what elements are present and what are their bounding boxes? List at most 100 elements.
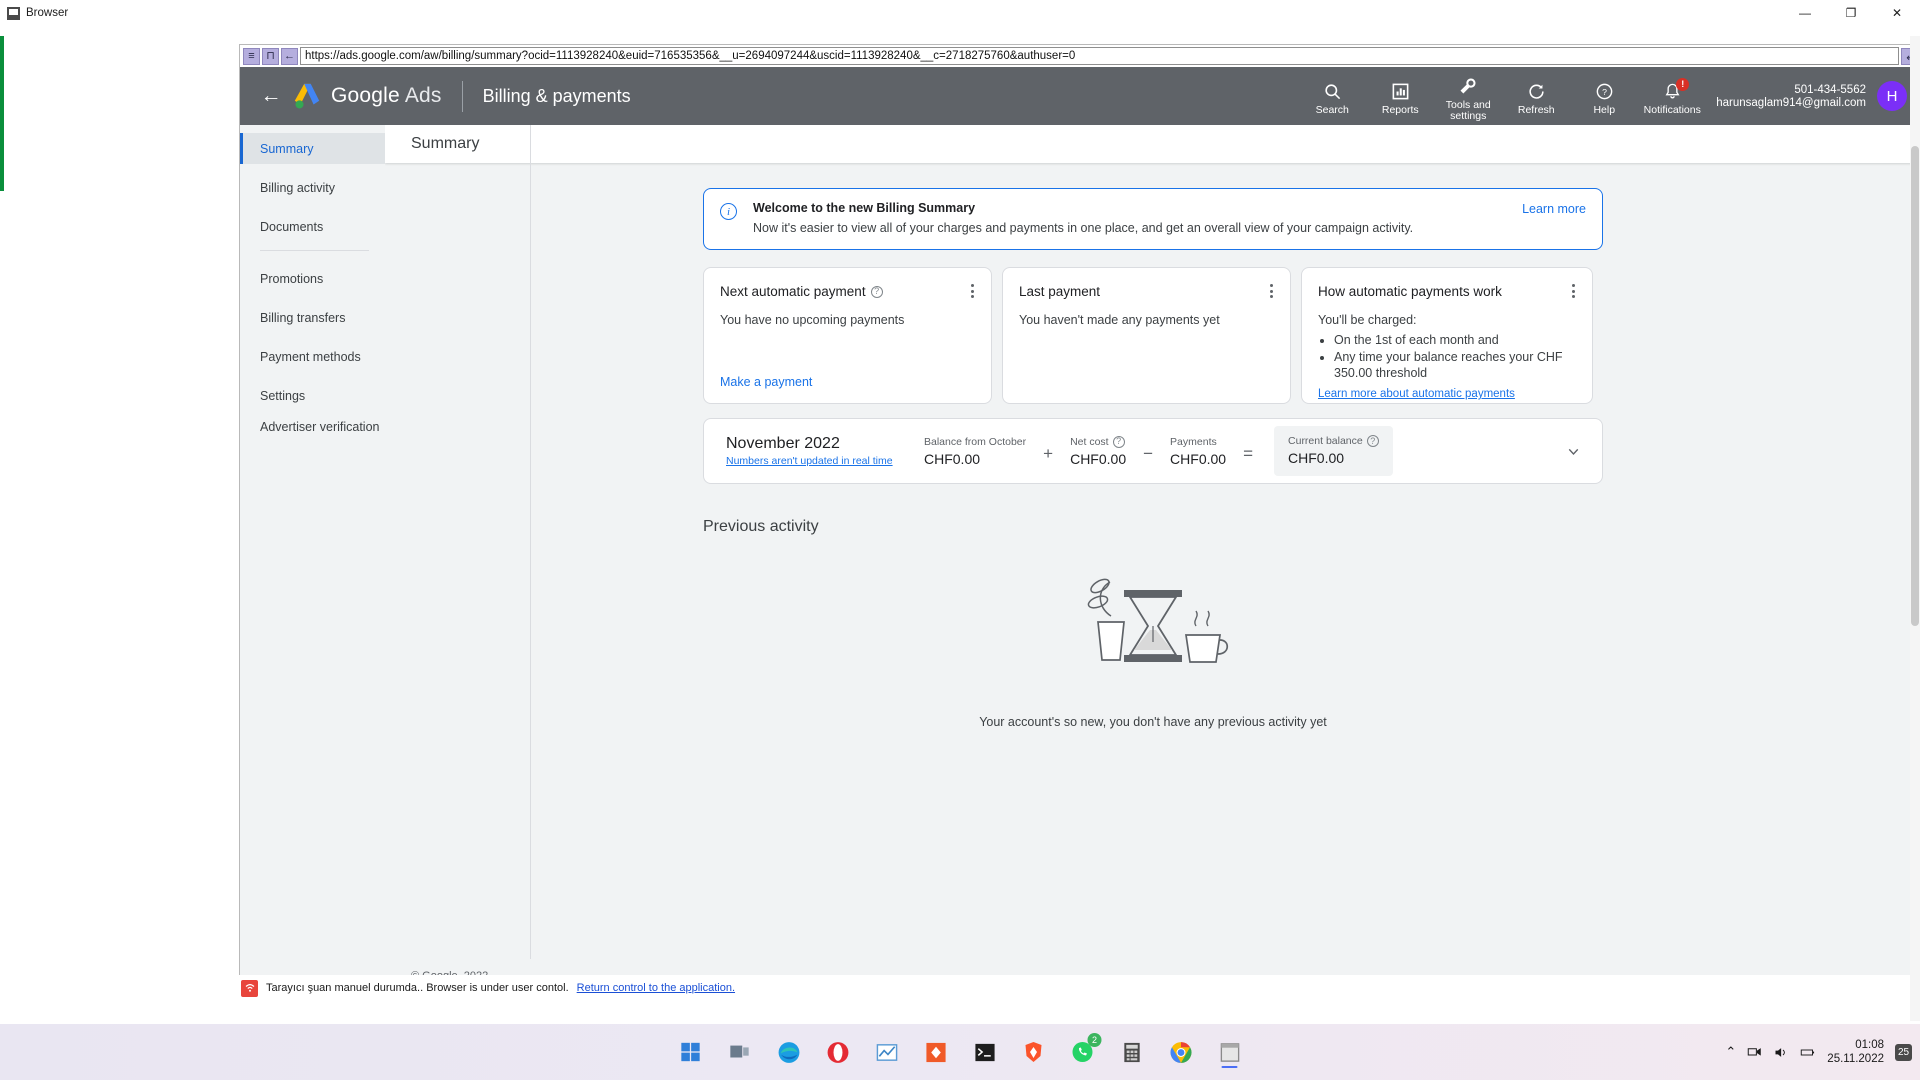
sidebar-item-billing-transfers[interactable]: Billing transfers [240,302,385,333]
account-info[interactable]: 501-434-5562 harunsaglam914@gmail.com [1716,84,1866,109]
taskbar-task-view[interactable] [722,1034,758,1070]
minimize-button[interactable]: — [1782,0,1828,26]
volume-icon[interactable] [1773,1045,1788,1060]
welcome-banner: i Welcome to the new Billing Summary Now… [703,188,1603,250]
sidebar-item-advertiser-verification[interactable]: Advertiser verification [240,419,385,457]
header-tools: Search Reports Tools and settings Refres… [1298,71,1907,122]
balance-col-payments: Payments CHF0.00 [1170,436,1226,467]
help-icon[interactable]: ? [870,285,883,298]
balance-col-label: Current balance ? [1288,435,1379,447]
chevron-down-icon[interactable] [1558,436,1588,466]
toolbar-tools-label: Tools and settings [1445,98,1491,122]
window-icon [1220,1042,1239,1062]
toolbar-help-label: Help [1593,104,1616,116]
card-title: How automatic payments work [1318,284,1576,299]
bullet-list: On the 1st of each month and Any time yo… [1334,332,1576,381]
network-icon[interactable] [1747,1045,1762,1060]
terminal-icon [974,1043,995,1061]
taskbar-terminal[interactable] [967,1034,1003,1070]
banner-title: Welcome to the new Billing Summary [753,201,976,215]
taskbar-brave[interactable] [1016,1034,1052,1070]
banner-learn-more-link[interactable]: Learn more [1522,202,1586,216]
empty-state-message: Your account's so new, you don't have an… [979,715,1327,729]
balance-col-label: Net cost ? [1070,435,1126,448]
kebab-menu-icon[interactable] [1566,282,1580,300]
browser-control-bar: Tarayıcı şuan manuel durumda.. Browser i… [239,975,1920,1001]
sidebar-item-label: Payment methods [260,349,361,364]
sidebar-item-summary[interactable]: Summary [240,133,385,164]
toolbar-tools-settings[interactable]: Tools and settings [1434,71,1502,122]
empty-state: Your account's so new, you don't have an… [703,560,1603,729]
sidebar-item-billing-activity[interactable]: Billing activity [240,172,385,203]
taskbar-calculator[interactable] [1114,1034,1150,1070]
menu-icon[interactable]: ≡ [243,47,260,65]
toolbar-help[interactable]: ? Help [1570,76,1638,116]
taskbar-edge[interactable] [771,1034,807,1070]
kebab-menu-icon[interactable] [1264,282,1278,300]
control-bar-text: Tarayıcı şuan manuel durumda.. Browser i… [266,982,569,994]
balance-col-label-text: Current balance [1288,435,1363,447]
battery-icon[interactable] [1799,1045,1816,1060]
balance-col-previous: Balance from October CHF0.00 [924,436,1026,467]
back-icon[interactable]: ← [281,47,298,65]
clock[interactable]: 01:08 25.11.2022 [1827,1038,1884,1066]
card-body: You have no upcoming payments [720,313,905,327]
scrollbar-thumb[interactable] [1911,146,1919,626]
toolbar-search[interactable]: Search [1298,76,1366,116]
balance-month-group: November 2022 Numbers aren't updated in … [726,435,924,467]
brave-icon [1025,1042,1042,1062]
sidebar-divider [260,250,369,251]
taskbar-start-button[interactable] [673,1034,709,1070]
taskbar-items: 2 [673,1033,1248,1070]
banner-text-group: Welcome to the new Billing Summary Now i… [753,201,1413,235]
kebab-menu-icon[interactable] [965,282,979,300]
search-icon [1323,80,1342,102]
maximize-button[interactable]: ❐ [1828,0,1874,26]
clock-time: 01:08 [1855,1039,1884,1051]
avatar[interactable]: H [1877,81,1907,111]
toolbar-reports[interactable]: Reports [1366,76,1434,116]
window-title: Browser [26,7,69,19]
toolbar-reports-label: Reports [1381,104,1419,116]
card-intro: You'll be charged: [1318,313,1417,327]
card-body: You haven't made any payments yet [1019,313,1220,327]
realtime-note-link[interactable]: Numbers aren't updated in real time [726,455,924,467]
toolbar-refresh[interactable]: Refresh [1502,76,1570,116]
sidebar-item-promotions[interactable]: Promotions [240,263,385,294]
help-icon[interactable]: ? [1366,435,1379,447]
page-scrollbar[interactable] [1910,36,1920,1021]
taskbar-window-app[interactable] [1212,1034,1248,1070]
stop-icon[interactable]: ⊓ [262,47,279,65]
sidebar-item-documents[interactable]: Documents [240,211,385,242]
notification-center-button[interactable]: 25 [1895,1043,1912,1061]
help-icon[interactable]: ? [1112,435,1125,448]
account-email: harunsaglam914@gmail.com [1716,96,1866,109]
sidebar-item-settings[interactable]: Settings [240,380,385,411]
toolbar-notifications[interactable]: ! Notifications [1638,76,1706,116]
taskbar: 2 ⌃ 01:08 25.11.2022 25 [0,1024,1920,1080]
balance-month: November 2022 [726,435,840,452]
sidebar-item-payment-methods[interactable]: Payment methods [240,341,385,372]
google-ads-app: ← Google Ads Billing & payments Search R… [240,67,1920,993]
google-ads-logo[interactable]: Google Ads [292,81,442,111]
taskbar-chrome[interactable] [1163,1034,1199,1070]
taskbar-whatsapp[interactable]: 2 [1065,1033,1102,1070]
toolbar-search-label: Search [1315,104,1349,116]
balance-summary-bar: November 2022 Numbers aren't updated in … [703,418,1603,484]
show-hidden-icons-button[interactable]: ⌃ [1725,1044,1736,1060]
taskbar-chart-app[interactable] [869,1034,905,1070]
taskbar-opera[interactable] [820,1034,856,1070]
sidebar-item-label: Billing activity [260,180,336,195]
url-text: https://ads.google.com/aw/billing/summar… [305,50,1076,62]
learn-more-automatic-payments-link[interactable]: Learn more about automatic payments [1318,388,1515,400]
make-a-payment-link[interactable]: Make a payment [720,375,975,389]
hourglass-plant-cup-illustration [1087,578,1229,663]
return-control-link[interactable]: Return control to the application. [577,982,735,994]
close-button[interactable]: ✕ [1874,0,1920,26]
back-arrow-icon[interactable]: ← [254,79,288,113]
sidebar: Summary Billing activity Documents Promo… [240,125,385,993]
taskbar-orange-app[interactable] [918,1034,954,1070]
notification-badge: ! [1676,78,1690,91]
url-bar[interactable]: https://ads.google.com/aw/billing/summar… [300,47,1899,65]
windows-logo-icon [681,1042,700,1062]
